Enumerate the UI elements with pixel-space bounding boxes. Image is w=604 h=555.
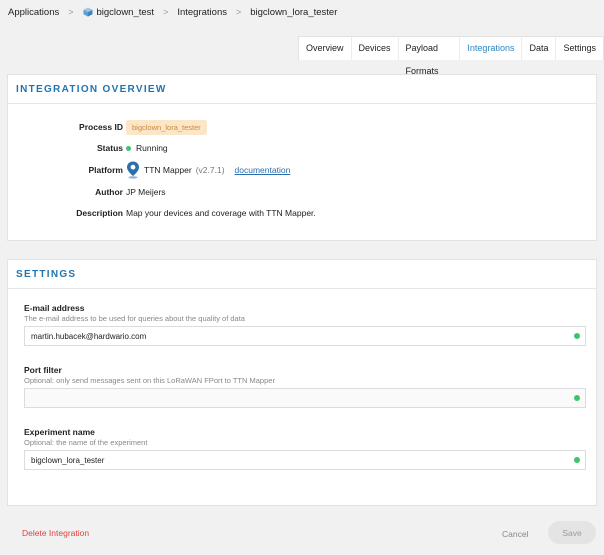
status-value: Running bbox=[136, 143, 168, 153]
platform-row: Platform TTN Mapper (v2.7.1) documentati… bbox=[8, 161, 596, 179]
author-row: Author JP Meijers bbox=[8, 185, 596, 199]
tab-integrations[interactable]: Integrations bbox=[460, 37, 523, 60]
overview-header: INTEGRATION OVERVIEW bbox=[8, 75, 596, 104]
tab-overview[interactable]: Overview bbox=[299, 37, 352, 60]
experiment-name-field-group: Experiment name Optional: the name of th… bbox=[24, 427, 586, 470]
cancel-button[interactable]: Cancel bbox=[502, 529, 528, 539]
valid-check-icon bbox=[574, 457, 580, 463]
author-label: Author bbox=[95, 187, 123, 197]
cube-icon bbox=[83, 7, 92, 17]
process-id-label: Process ID bbox=[79, 122, 123, 132]
experiment-name-description: Optional: the name of the experiment bbox=[24, 438, 148, 447]
breadcrumb-applications[interactable]: Applications bbox=[8, 7, 59, 18]
port-filter-field-group: Port filter Optional: only send messages… bbox=[24, 365, 586, 408]
platform-name: TTN Mapper bbox=[144, 165, 192, 175]
experiment-name-value: bigclown_lora_tester bbox=[31, 455, 105, 465]
description-row: Description Map your devices and coverag… bbox=[8, 206, 596, 220]
documentation-link[interactable]: documentation bbox=[235, 165, 291, 175]
tab-bar: Overview Devices Payload Formats Integra… bbox=[298, 36, 604, 76]
port-filter-field[interactable] bbox=[24, 388, 586, 408]
map-pin-icon bbox=[127, 161, 139, 179]
breadcrumb-application[interactable]: bigclown_test bbox=[97, 7, 155, 18]
settings-title: SETTINGS bbox=[16, 268, 77, 280]
save-button[interactable]: Save bbox=[548, 521, 596, 544]
platform-label: Platform bbox=[88, 165, 123, 175]
platform-version: (v2.7.1) bbox=[195, 165, 225, 175]
author-value: JP Meijers bbox=[126, 187, 166, 197]
breadcrumb-separator: > bbox=[235, 7, 242, 17]
email-description: The e-mail address to be used for querie… bbox=[24, 314, 245, 323]
breadcrumb: Applications > bigclown_test > Integrati… bbox=[8, 6, 337, 18]
email-value: martin.hubacek@hardwario.com bbox=[31, 331, 147, 341]
port-filter-label: Port filter bbox=[24, 365, 62, 375]
tab-devices[interactable]: Devices bbox=[352, 37, 399, 60]
description-value: Map your devices and coverage with TTN M… bbox=[126, 208, 316, 218]
email-field[interactable]: martin.hubacek@hardwario.com bbox=[24, 326, 586, 346]
settings-header: SETTINGS bbox=[8, 260, 596, 289]
status-row: Status Running bbox=[8, 141, 596, 155]
integration-overview-panel: INTEGRATION OVERVIEW Process ID bigclown… bbox=[7, 74, 597, 241]
settings-panel: SETTINGS E-mail address The e-mail addre… bbox=[7, 259, 597, 506]
overview-title: INTEGRATION OVERVIEW bbox=[16, 83, 167, 95]
delete-integration-button[interactable]: Delete Integration bbox=[22, 528, 89, 538]
experiment-name-label: Experiment name bbox=[24, 427, 95, 437]
valid-check-icon bbox=[574, 333, 580, 339]
breadcrumb-current: bigclown_lora_tester bbox=[250, 6, 338, 18]
email-field-group: E-mail address The e-mail address to be … bbox=[24, 303, 586, 346]
tab-payload-formats[interactable]: Payload Formats bbox=[399, 37, 461, 76]
breadcrumb-separator: > bbox=[163, 7, 169, 17]
email-label: E-mail address bbox=[24, 303, 85, 313]
status-label: Status bbox=[97, 143, 123, 153]
process-id-row: Process ID bigclown_lora_tester bbox=[8, 119, 596, 135]
valid-check-icon bbox=[574, 395, 580, 401]
status-dot-icon bbox=[126, 145, 131, 151]
description-label: Description bbox=[76, 208, 123, 218]
experiment-name-field[interactable]: bigclown_lora_tester bbox=[24, 450, 586, 470]
process-id-badge: bigclown_lora_tester bbox=[126, 119, 207, 135]
port-filter-description: Optional: only send messages sent on thi… bbox=[24, 376, 275, 385]
breadcrumb-separator: > bbox=[68, 7, 74, 17]
breadcrumb-integrations[interactable]: Integrations bbox=[177, 7, 227, 18]
tab-data[interactable]: Data bbox=[522, 37, 557, 60]
tab-settings[interactable]: Settings bbox=[556, 37, 603, 60]
